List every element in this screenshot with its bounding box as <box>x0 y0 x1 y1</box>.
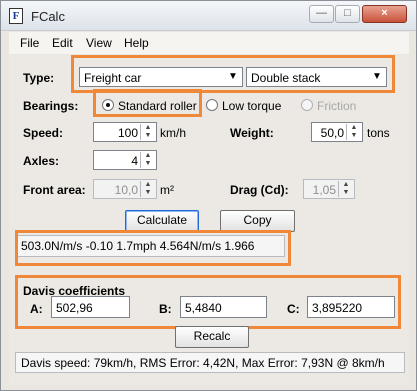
vehicle-type-value: Freight car <box>84 71 142 85</box>
coefficient-a-label: A: <box>30 302 43 316</box>
speed-stepper[interactable]: ▲ ▼ <box>140 124 155 140</box>
status-bar: Davis speed: 79km/h, RMS Error: 4,42N, M… <box>15 352 405 373</box>
drag-input: 1,05 ▲ ▼ <box>303 179 355 199</box>
chevron-up-icon: ▲ <box>342 181 350 188</box>
coefficient-b-label: B: <box>159 302 172 316</box>
speed-value: 100 <box>117 126 138 140</box>
chevron-down-icon: ▼ <box>144 189 152 196</box>
bearings-label: Bearings: <box>23 99 79 113</box>
weight-input[interactable]: 50,0 ▲ ▼ <box>311 122 363 142</box>
speed-input[interactable]: 100 ▲ ▼ <box>93 122 157 142</box>
recalc-button[interactable]: Recalc <box>175 326 249 348</box>
close-button[interactable]: × <box>362 5 407 23</box>
front-area-unit: m² <box>160 183 174 197</box>
drag-value: 1,05 <box>312 183 336 197</box>
chevron-down-icon: ▼ <box>369 69 385 85</box>
chevron-down-icon: ▼ <box>350 132 358 139</box>
vehicle-type-select[interactable]: Freight car ▼ <box>79 67 243 87</box>
minimize-button[interactable]: — <box>309 5 334 23</box>
axles-label: Axles: <box>23 154 60 168</box>
low-torque-label: Low torque <box>222 99 282 113</box>
weight-value: 50,0 <box>320 126 344 140</box>
menu-view[interactable]: View <box>86 36 112 50</box>
title-bar[interactable]: F FCalc — □ × <box>1 1 416 31</box>
result-text: 503.0N/m/s -0.10 1.7mph 4.564N/m/s 1.966 <box>15 235 285 257</box>
chevron-down-icon: ▼ <box>144 132 152 139</box>
speed-unit: km/h <box>160 126 187 140</box>
drag-stepper: ▲ ▼ <box>338 181 353 197</box>
copy-button[interactable]: Copy <box>220 210 295 232</box>
friction-label: Friction <box>317 99 357 113</box>
main-panel: Type: Freight car ▼ Double stack ▼ Beari… <box>9 55 409 385</box>
calculate-button[interactable]: Calculate <box>125 210 199 232</box>
weight-label: Weight: <box>230 126 274 140</box>
chevron-down-icon: ▼ <box>144 160 152 167</box>
front-area-value: 10,0 <box>114 183 138 197</box>
subtype-value: Double stack <box>251 71 321 85</box>
low-torque-radio[interactable] <box>206 99 218 111</box>
window-title: FCalc <box>31 9 65 24</box>
friction-radio <box>301 99 313 111</box>
standard-roller-radio[interactable] <box>102 99 114 111</box>
weight-unit: tons <box>367 126 390 140</box>
front-area-stepper: ▲ ▼ <box>140 181 155 197</box>
front-area-label: Front area: <box>23 183 86 197</box>
coefficient-c-label: C: <box>287 302 300 316</box>
chevron-down-icon: ▼ <box>342 189 350 196</box>
chevron-up-icon: ▲ <box>144 181 152 188</box>
standard-roller-label: Standard roller <box>118 99 197 113</box>
front-area-input: 10,0 ▲ ▼ <box>93 179 157 199</box>
chevron-down-icon: ▼ <box>225 69 241 85</box>
axles-stepper[interactable]: ▲ ▼ <box>140 152 155 168</box>
axles-input[interactable]: 4 ▲ ▼ <box>93 150 157 170</box>
maximize-button[interactable]: □ <box>335 5 360 23</box>
fcalc-window: F FCalc — □ × File Edit View Help Type: … <box>0 0 417 391</box>
subtype-select[interactable]: Double stack ▼ <box>246 67 387 87</box>
coefficient-c-input[interactable]: 3,895220 <box>307 296 395 318</box>
chevron-up-icon: ▲ <box>350 124 358 131</box>
axles-value: 4 <box>131 154 138 168</box>
coefficient-b-input[interactable]: 5,4840 <box>180 296 267 318</box>
type-label: Type: <box>23 71 55 85</box>
weight-stepper[interactable]: ▲ ▼ <box>346 124 361 140</box>
speed-label: Speed: <box>23 126 64 140</box>
coefficient-a-input[interactable]: 502,96 <box>51 296 130 318</box>
menu-bar: File Edit View Help <box>9 32 409 54</box>
menu-help[interactable]: Help <box>124 36 149 50</box>
app-icon: F <box>9 8 23 24</box>
chevron-up-icon: ▲ <box>144 124 152 131</box>
menu-edit[interactable]: Edit <box>52 36 73 50</box>
menu-file[interactable]: File <box>20 36 39 50</box>
drag-label: Drag (Cd): <box>230 183 289 197</box>
chevron-up-icon: ▲ <box>144 152 152 159</box>
